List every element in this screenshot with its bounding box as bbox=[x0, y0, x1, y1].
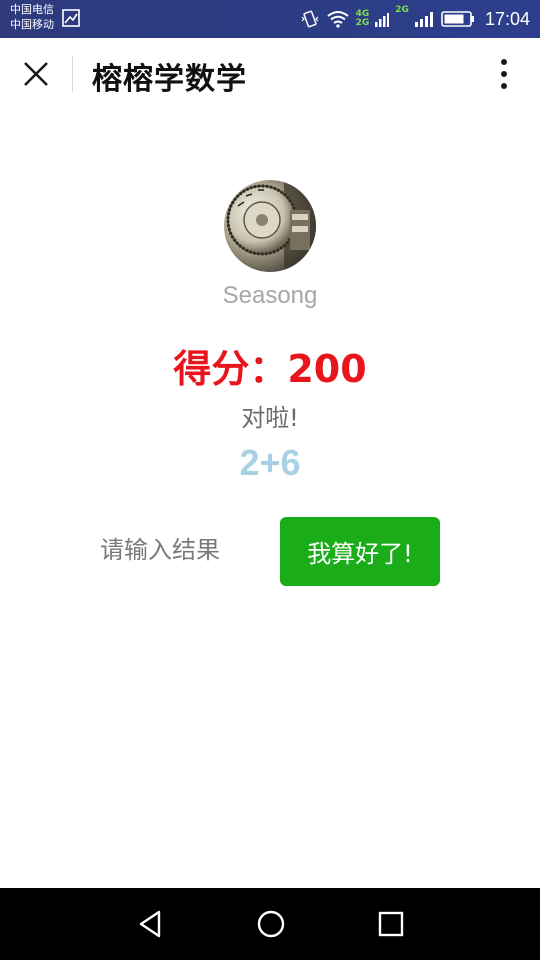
navigation-bar bbox=[0, 888, 540, 960]
avatar-image bbox=[224, 180, 316, 272]
signal-icon bbox=[414, 12, 433, 27]
carrier-2: 中国移动 bbox=[10, 18, 54, 31]
username: Seasong bbox=[222, 282, 318, 309]
submit-answer-button[interactable]: 我算好了! bbox=[280, 517, 440, 586]
signal-icon bbox=[375, 13, 390, 27]
status-icons: 4G 2G 2G 17:04 bbox=[300, 0, 530, 38]
avatar bbox=[224, 180, 316, 272]
network-badge-2: 2G bbox=[355, 18, 370, 28]
vibrate-icon bbox=[301, 10, 319, 28]
title-divider bbox=[72, 56, 73, 92]
status-bar: 中国电信 中国移动 4G 2G 2G 17:04 bbox=[0, 0, 540, 38]
status-time: 17:04 bbox=[484, 8, 530, 29]
page-title: 榕榕学数学 bbox=[92, 62, 247, 97]
math-question: 2+6 bbox=[239, 442, 301, 483]
home-icon[interactable] bbox=[255, 908, 287, 940]
carrier-labels: 中国电信 中国移动 bbox=[10, 2, 54, 32]
network-badge-3: 2G bbox=[395, 5, 409, 15]
recents-icon[interactable] bbox=[375, 908, 407, 940]
close-icon[interactable] bbox=[20, 58, 52, 90]
image-icon bbox=[62, 9, 80, 27]
battery-icon bbox=[441, 11, 474, 27]
title-bar: 榕榕学数学 bbox=[0, 38, 540, 110]
wifi-icon bbox=[327, 11, 349, 28]
back-icon[interactable] bbox=[135, 908, 167, 940]
answer-feedback: 对啦! bbox=[241, 404, 299, 432]
score-display: 得分：200 bbox=[173, 347, 367, 391]
network-type-badges: 4G 2G bbox=[356, 10, 370, 28]
carrier-1: 中国电信 bbox=[10, 3, 54, 16]
answer-input[interactable] bbox=[100, 528, 260, 572]
more-vertical-icon[interactable] bbox=[494, 56, 514, 92]
